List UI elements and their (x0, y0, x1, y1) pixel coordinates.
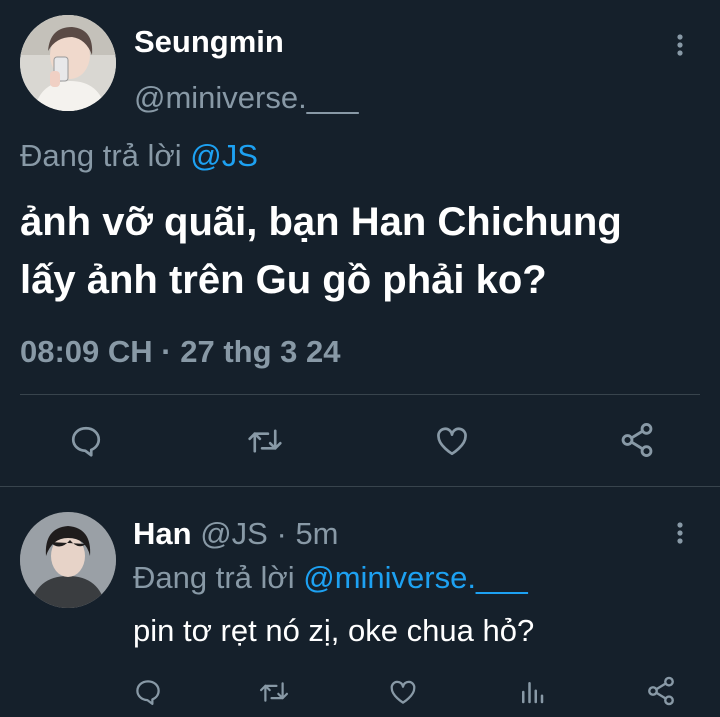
replying-to-line: Đang trả lời @JS (20, 138, 258, 174)
like-icon[interactable] (388, 677, 418, 707)
separator: · (276, 516, 287, 551)
avatar-photo (20, 15, 116, 111)
avatar[interactable] (20, 15, 116, 111)
replying-to-link[interactable]: @miniverse.___ (303, 560, 527, 595)
retweet-icon[interactable] (258, 677, 290, 707)
avatar[interactable] (20, 512, 116, 608)
replying-to-label: Đang trả lời (133, 560, 295, 595)
display-name[interactable]: Seungmin (134, 24, 284, 60)
replying-to-link[interactable]: @JS (190, 138, 258, 173)
relative-time[interactable]: 5m (295, 516, 338, 551)
analytics-icon[interactable] (517, 677, 547, 707)
more-options-icon[interactable] (665, 30, 695, 60)
reply-icon[interactable] (68, 423, 104, 459)
replying-to-label: Đang trả lời (20, 138, 182, 173)
more-options-icon[interactable] (665, 518, 695, 548)
handle[interactable]: @miniverse.___ (134, 80, 358, 116)
timestamp[interactable]: 08:09 CH · 27 thg 3 24 (20, 334, 340, 370)
like-icon[interactable] (434, 423, 470, 459)
divider (20, 394, 700, 395)
avatar-photo (20, 512, 116, 608)
display-name[interactable]: Han (133, 516, 192, 551)
retweet-icon[interactable] (246, 423, 284, 459)
share-icon[interactable] (618, 421, 656, 459)
reply-header: Han @JS · 5m (133, 516, 339, 552)
replying-to-line: Đang trả lời @miniverse.___ (133, 560, 528, 596)
divider (0, 486, 720, 487)
reply-icon[interactable] (133, 677, 163, 707)
tweet-text-line-1: ảnh vỡ quãi, bạn Han Chichung (20, 200, 622, 244)
tweet-text-line-2: lấy ảnh trên Gu gồ phải ko? (20, 258, 547, 302)
reply-text: pin tơ rẹt nó zị, oke chua hỏ? (133, 613, 535, 648)
handle[interactable]: @JS (200, 516, 268, 551)
share-icon[interactable] (645, 675, 677, 707)
